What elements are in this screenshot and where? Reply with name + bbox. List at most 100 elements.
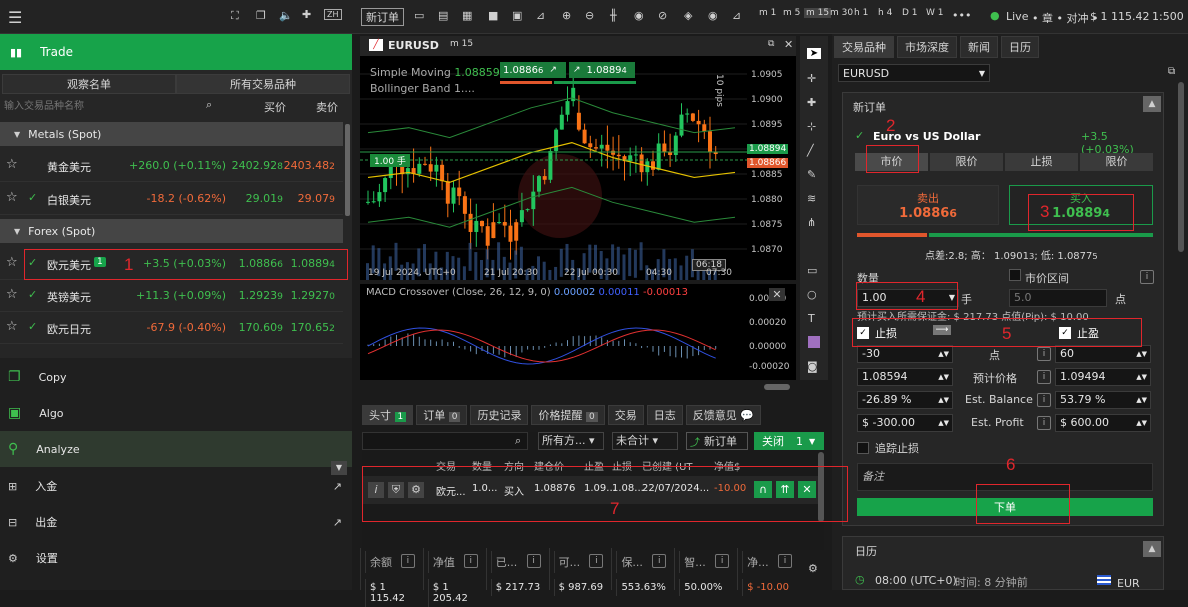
symbol-search-input[interactable] — [4, 98, 204, 114]
tab-history[interactable]: 历史记录 — [470, 405, 529, 425]
timeframe-h4[interactable]: h 4 — [878, 8, 892, 18]
zh-language-icon[interactable]: ZH — [324, 9, 342, 20]
note-input[interactable]: 备注 — [857, 463, 1153, 491]
column-header[interactable]: 建仓价 — [534, 458, 564, 473]
new-order-small-button[interactable]: ⤴ 新订单 — [686, 432, 748, 450]
position-lot-tag[interactable]: 1.00 手 — [370, 154, 410, 167]
checkbox-icon[interactable] — [1009, 269, 1021, 281]
price-chart[interactable]: Simple Moving 1.08859 Bollinger Band 1..… — [360, 56, 747, 298]
zoom-out-icon[interactable]: ⊖ — [585, 9, 594, 22]
star-icon[interactable]: ☆ — [6, 157, 18, 172]
positions-scrollbar[interactable] — [818, 452, 824, 522]
group-metals[interactable]: ▼ Metals (Spot) — [0, 122, 343, 146]
symbol-row-eurusd[interactable]: ☆ ✓ 欧元美元 1 +3.5 (+0.03%) 1.08866 1.08894 — [0, 248, 343, 280]
take-profit-toggle[interactable]: ✓ 止盈 — [1059, 325, 1099, 341]
zoom-in-icon[interactable]: ⊕ — [562, 9, 571, 22]
column-header[interactable]: 交易 — [436, 458, 456, 473]
ellipse-icon[interactable]: ○ — [807, 288, 817, 301]
measure-icon[interactable]: ⊹ — [807, 120, 816, 133]
tab-market-depth[interactable]: 市场深度 — [897, 36, 957, 58]
price-axis[interactable]: 1.09051.09001.08951.08901.08851.08801.08… — [747, 56, 796, 280]
double-up-icon[interactable]: ⇈ — [776, 481, 794, 498]
info-icon[interactable]: i — [1037, 393, 1051, 407]
close-icon[interactable]: ✕ — [769, 288, 785, 301]
trailing-stop-toggle[interactable]: 追踪止损 — [857, 440, 919, 456]
info-icon[interactable]: i — [1140, 270, 1154, 284]
symbol-row-silver[interactable]: ☆ ✓ 白银美元 -18.2 (-0.62%) 29.019 29.079 — [0, 183, 343, 215]
tp-balance-input[interactable]: 53.79 % ▲▼ — [1055, 391, 1151, 409]
color-swatch-icon[interactable] — [808, 336, 820, 348]
chart-type-icon[interactable]: ⊿ — [536, 9, 545, 22]
toolbar-icon-1[interactable]: ▭ — [414, 9, 424, 22]
info-icon[interactable]: i — [400, 554, 415, 568]
star-icon[interactable]: ☆ — [6, 319, 18, 334]
quick-buy-button[interactable]: ↗ 1.08894 — [569, 62, 635, 78]
tab-calendar[interactable]: 日历 — [1001, 36, 1039, 58]
indicator-icon[interactable]: ◉ — [634, 9, 644, 22]
chart-symbol[interactable]: EURUSD — [388, 39, 439, 52]
order-type-stop[interactable]: 止损 — [1005, 153, 1078, 171]
trade-bar[interactable]: ▮▮ Trade — [0, 34, 352, 70]
quick-sell-button[interactable]: 1.08866 ↗ — [500, 62, 566, 78]
gear-icon[interactable]: ⚙ — [408, 482, 424, 498]
symbol-row-gold[interactable]: ☆ 黄金美元 +260.0 (+0.11%) 2402.928 2403.482 — [0, 150, 343, 182]
sl-profit-input[interactable]: $ -300.00 ▲▼ — [857, 414, 953, 432]
toolbar-icon-2[interactable]: ▤ — [438, 9, 448, 22]
new-order-button[interactable]: 新订单 — [361, 8, 404, 26]
collapse-panel-icon[interactable]: ▲ — [1143, 96, 1161, 112]
tab-symbol[interactable]: 交易品种 — [834, 36, 894, 58]
window-icon[interactable]: ❐ — [256, 9, 266, 22]
line-icon[interactable]: ╱ — [807, 144, 814, 157]
column-header[interactable]: 数量 — [472, 458, 492, 473]
menu-settings[interactable]: ⚙ 设置 — [0, 540, 352, 576]
symbol-select[interactable]: EURUSD ▼ — [838, 64, 990, 82]
tab-trades[interactable]: 交易 — [607, 405, 644, 425]
column-header[interactable]: 止盈 — [584, 458, 604, 473]
star-icon[interactable]: ☆ — [6, 255, 18, 270]
sound-icon[interactable]: 🔈 — [279, 9, 293, 22]
order-type-market[interactable]: 市价 — [855, 153, 928, 171]
buy-button[interactable]: 买入 1.08894 — [1009, 185, 1153, 225]
chart-timeframe[interactable]: m 15 — [450, 39, 473, 49]
sl-balance-input[interactable]: -26.89 % ▲▼ — [857, 391, 953, 409]
info-icon[interactable]: i — [526, 554, 541, 568]
info-icon[interactable]: i — [1037, 416, 1051, 430]
chevron-down-icon[interactable]: ▼ — [809, 437, 815, 446]
list-scrollbar[interactable] — [345, 124, 350, 216]
symbol-row-gbpusd[interactable]: ☆ ✓ 英镑美元 +11.3 (+0.09%) 1.29239 1.29270 — [0, 280, 343, 312]
gear-icon[interactable]: ⚙ — [808, 562, 818, 575]
info-icon[interactable]: i — [652, 554, 667, 568]
focus-icon[interactable]: ⛶ — [231, 9, 239, 23]
tp-profit-input[interactable]: $ 600.00 ▲▼ — [1055, 414, 1151, 432]
rectangle-icon[interactable]: ▭ — [807, 264, 817, 277]
star-icon[interactable]: ☆ — [6, 287, 18, 302]
table-row[interactable]: i ⛨ ⚙ 欧元... 1.0... 买入 1.08876 1.09... 1.08...… — [362, 476, 824, 504]
order-type-stop-limit[interactable]: 限价 — [1080, 153, 1153, 171]
shield-icon[interactable]: ⛨ — [388, 482, 404, 498]
info-icon[interactable]: i — [1037, 347, 1051, 361]
sl-price-input[interactable]: 1.08594 ▲▼ — [857, 368, 953, 386]
layers-icon[interactable]: ◈ — [684, 9, 692, 22]
hamburger-menu-icon[interactable]: ☰ — [8, 8, 22, 27]
fib-icon[interactable]: ≋ — [807, 192, 816, 205]
timeframe-m30[interactable]: m 30 — [830, 8, 853, 18]
symbol-row-eurjpy[interactable]: ☆ ✓ 欧元日元 -67.9 (-0.40%) 170.609 170.652 — [0, 312, 343, 344]
more-timeframes[interactable]: ••• — [952, 9, 971, 22]
column-header[interactable]: 已创建 (UT — [642, 458, 693, 473]
timeframe-h1[interactable]: h 1 — [854, 8, 868, 18]
place-order-button[interactable]: 下单 — [857, 498, 1153, 516]
column-header[interactable]: 净值$ — [714, 458, 740, 473]
group-forex[interactable]: ▼ Forex (Spot) — [0, 219, 343, 243]
eye-icon[interactable]: ◉ — [708, 9, 718, 22]
info-icon[interactable]: i — [778, 554, 793, 568]
brush-icon[interactable]: ✎ — [807, 168, 816, 181]
macd-panel[interactable]: MACD Crossover (Close, 26, 12, 9, 0) 0.0… — [360, 284, 784, 380]
arrow-right-icon[interactable]: ⟶ — [933, 325, 951, 335]
timeframe-m5[interactable]: m 5 — [783, 8, 800, 18]
toolbar-icon-4[interactable]: ■ — [488, 9, 498, 22]
quantity-input[interactable]: 1.00 ▼ — [857, 289, 959, 307]
pitchfork-icon[interactable]: ⋔ — [807, 216, 816, 229]
sl-points-input[interactable]: -30 ▲▼ — [857, 345, 953, 363]
info-icon[interactable]: i — [715, 554, 730, 568]
menu-deposit[interactable]: ⊞ 入金 ↗ — [0, 468, 352, 504]
